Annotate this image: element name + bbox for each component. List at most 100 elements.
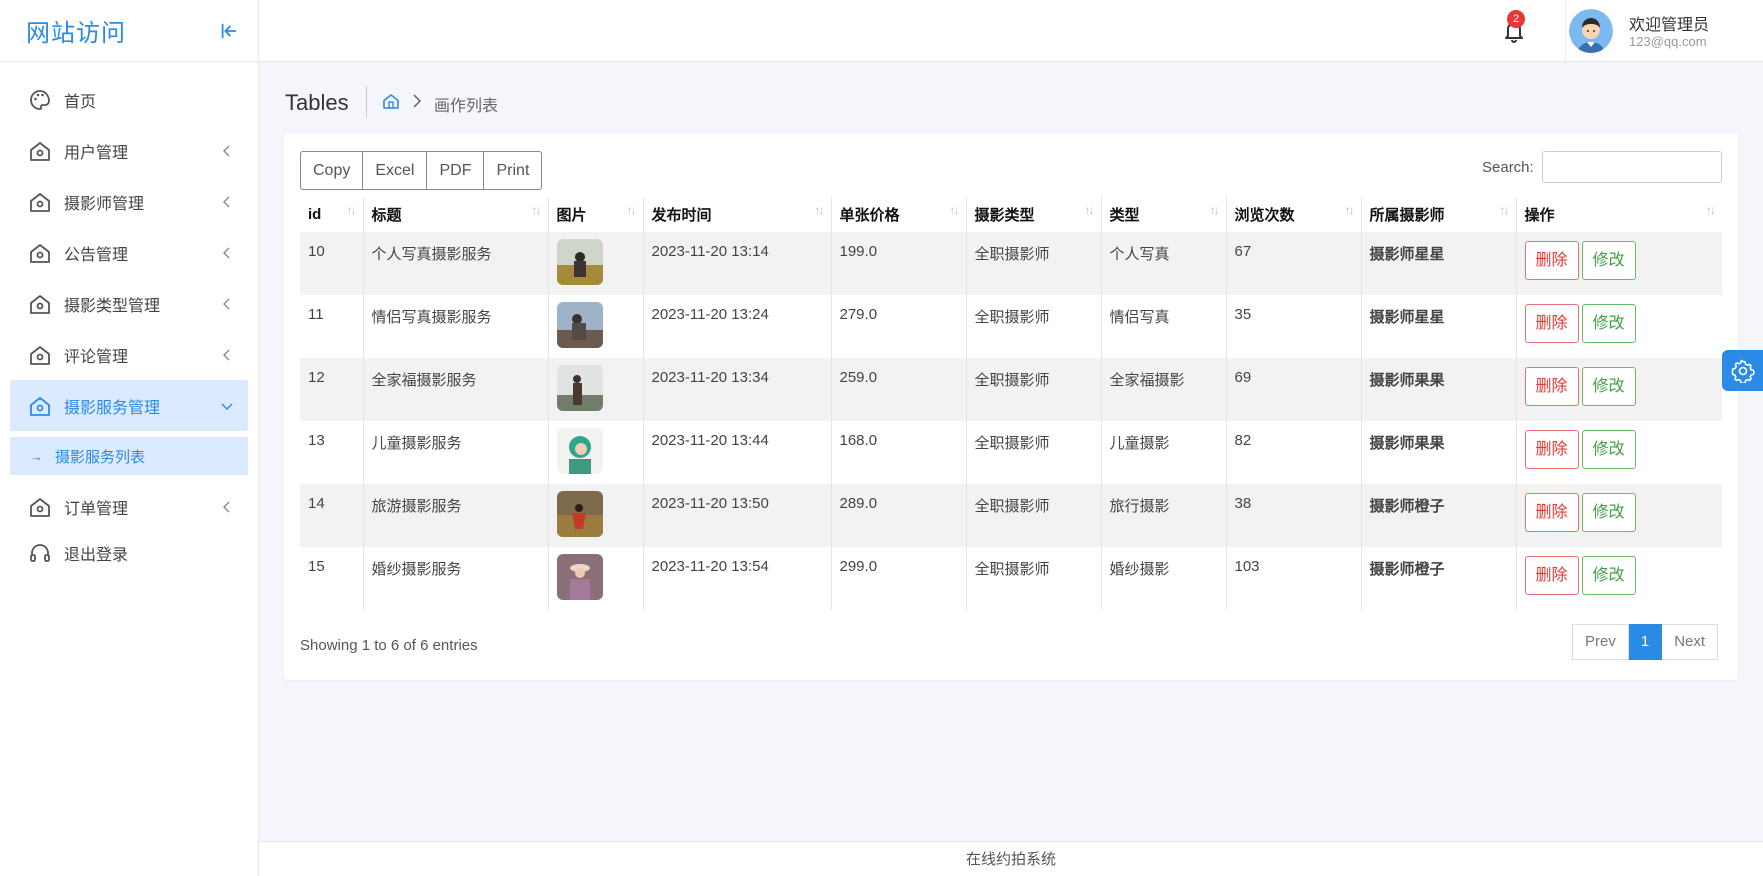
delete-button[interactable]: 删除 <box>1524 493 1579 532</box>
pdf-button[interactable]: PDF <box>427 151 485 190</box>
home-icon <box>30 497 50 517</box>
cell-views: 35 <box>1225 295 1361 358</box>
edit-button[interactable]: 修改 <box>1581 304 1636 343</box>
page-button-1[interactable]: 1 <box>1628 624 1663 660</box>
cell-publish-time: 2023-11-20 13:24 <box>642 295 831 358</box>
chevron-left-icon <box>223 145 230 156</box>
cell-title: 旅游摄影服务 <box>362 484 548 547</box>
delete-button[interactable]: 删除 <box>1524 367 1579 406</box>
edit-button[interactable]: 修改 <box>1581 493 1636 532</box>
service-thumbnail[interactable] <box>556 365 603 411</box>
excel-button[interactable]: Excel <box>363 151 428 190</box>
home-icon[interactable] <box>382 92 400 110</box>
prev-page-button[interactable]: Prev <box>1572 624 1629 660</box>
delete-button[interactable]: 删除 <box>1524 241 1579 280</box>
cell-price: 168.0 <box>830 421 966 484</box>
service-thumbnail[interactable] <box>556 554 603 600</box>
column-header-photo-type[interactable]: 摄影类型 ↑↓ <box>965 197 1101 232</box>
sidebar-item-comments[interactable]: 评论管理 <box>0 329 258 380</box>
cell-image <box>547 358 643 421</box>
settings-tab[interactable] <box>1722 350 1763 391</box>
sidebar-item-label: 摄影服务管理 <box>64 399 161 417</box>
top-header: 2 欢迎管理员 123@qq.com <box>259 0 1763 62</box>
chevron-left-icon <box>223 298 230 309</box>
delete-button[interactable]: 删除 <box>1524 556 1579 595</box>
sort-icon: ↑↓ <box>346 203 357 217</box>
service-thumbnail[interactable] <box>556 491 603 537</box>
cell-photographer: 摄影师橙子 <box>1360 484 1516 547</box>
cell-views: 67 <box>1225 232 1361 295</box>
column-header-views[interactable]: 浏览次数 ↑↓ <box>1225 197 1361 232</box>
sidebar: 网站访问 首页 用户管理 摄影师管理 公告管理 摄影类型管理 评论管理 摄影服务… <box>0 0 259 876</box>
sort-icon: ↑↓ <box>1499 203 1510 217</box>
cell-type: 全家福摄影 <box>1100 358 1226 421</box>
data-table: id ↑↓ 标题 ↑↓ 图片 ↑↓ 发布时间 ↑↓ 单张价格 ↑↓ 摄影类型 ↑↓ 类型 ↑↓… <box>300 197 1722 610</box>
sidebar-item-logout[interactable]: 退出登录 <box>0 532 258 574</box>
table-row: 12 全家福摄影服务 2023-11-20 13:34 259.0 全职摄影师 … <box>300 358 1722 421</box>
cell-actions: 删除 修改 <box>1515 232 1722 295</box>
service-thumbnail[interactable] <box>556 302 603 348</box>
sidebar-item-label: 订单管理 <box>64 500 129 518</box>
sidebar-item-photo-services[interactable]: 摄影服务管理 <box>10 380 248 431</box>
avatar[interactable] <box>1569 9 1613 53</box>
table-header-row: id ↑↓ 标题 ↑↓ 图片 ↑↓ 发布时间 ↑↓ 单张价格 ↑↓ 摄影类型 ↑↓ 类型 ↑↓… <box>300 197 1722 232</box>
sidebar-item-label: 退出登录 <box>64 547 129 564</box>
copy-button[interactable]: Copy <box>300 151 364 190</box>
export-button-group: Copy Excel PDF Print <box>300 151 543 190</box>
sort-icon: ↑↓ <box>626 203 637 217</box>
edit-button[interactable]: 修改 <box>1581 556 1636 595</box>
header-divider <box>1565 0 1566 62</box>
cell-type: 个人写真 <box>1100 232 1226 295</box>
service-thumbnail[interactable] <box>556 428 603 474</box>
column-header-actions[interactable]: 操作 ↑↓ <box>1515 197 1722 232</box>
brand-title[interactable]: 网站访问 <box>26 13 126 48</box>
column-header-photographer[interactable]: 所属摄影师 ↑↓ <box>1360 197 1516 232</box>
next-page-button[interactable]: Next <box>1662 624 1719 660</box>
print-button[interactable]: Print <box>484 151 543 190</box>
sidebar-item-label: 摄影师管理 <box>64 195 145 213</box>
cell-photographer: 摄影师星星 <box>1360 232 1516 295</box>
gear-icon <box>1731 359 1755 383</box>
sidebar-item-home[interactable]: 首页 <box>0 74 258 125</box>
column-header-price[interactable]: 单张价格 ↑↓ <box>830 197 966 232</box>
footer-text: 在线约拍系统 <box>965 851 1056 868</box>
cell-id: 12 <box>300 358 363 421</box>
cell-photo-type: 全职摄影师 <box>965 295 1101 358</box>
cell-photo-type: 全职摄影师 <box>965 358 1101 421</box>
column-header-image[interactable]: 图片 ↑↓ <box>547 197 643 232</box>
sidebar-item-photo-types[interactable]: 摄影类型管理 <box>0 278 258 329</box>
cell-title: 个人写真摄影服务 <box>362 232 548 295</box>
chevron-down-icon <box>221 403 233 410</box>
cell-image <box>547 232 643 295</box>
search-input[interactable] <box>1542 151 1722 183</box>
cell-photographer: 摄影师果果 <box>1360 421 1516 484</box>
column-header-title[interactable]: 标题 ↑↓ <box>362 197 548 232</box>
chevron-left-icon <box>223 247 230 258</box>
column-header-type[interactable]: 类型 ↑↓ <box>1100 197 1226 232</box>
sidebar-item-announcements[interactable]: 公告管理 <box>0 227 258 278</box>
column-header-id[interactable]: id ↑↓ <box>300 197 363 232</box>
delete-button[interactable]: 删除 <box>1524 304 1579 343</box>
table-row: 14 旅游摄影服务 2023-11-20 13:50 289.0 全职摄影师 旅… <box>300 484 1722 547</box>
sort-icon: ↑↓ <box>1706 203 1716 217</box>
home-icon <box>30 294 50 314</box>
delete-button[interactable]: 删除 <box>1524 430 1579 469</box>
edit-button[interactable]: 修改 <box>1581 367 1636 406</box>
cell-id: 11 <box>308 306 324 323</box>
sidebar-item-users[interactable]: 用户管理 <box>0 125 258 176</box>
sidebar-item-photographers[interactable]: 摄影师管理 <box>0 176 258 227</box>
sidebar-item-orders[interactable]: 订单管理 <box>0 481 258 532</box>
cell-publish-time: 2023-11-20 13:34 <box>642 358 831 421</box>
edit-button[interactable]: 修改 <box>1581 241 1636 280</box>
sort-icon: ↑↓ <box>1209 203 1220 217</box>
chevron-left-icon <box>223 501 230 512</box>
collapse-sidebar-icon[interactable] <box>218 20 240 42</box>
service-thumbnail[interactable] <box>556 239 603 285</box>
column-header-publish-time[interactable]: 发布时间 ↑↓ <box>642 197 831 232</box>
cell-photo-type: 全职摄影师 <box>965 484 1101 547</box>
cell-image <box>547 295 643 358</box>
cell-title: 全家福摄影服务 <box>362 358 548 421</box>
submenu-item-photo-service-list[interactable]: → 摄影服务列表 <box>10 437 248 475</box>
cell-type: 婚纱摄影 <box>1100 547 1226 610</box>
edit-button[interactable]: 修改 <box>1581 430 1636 469</box>
